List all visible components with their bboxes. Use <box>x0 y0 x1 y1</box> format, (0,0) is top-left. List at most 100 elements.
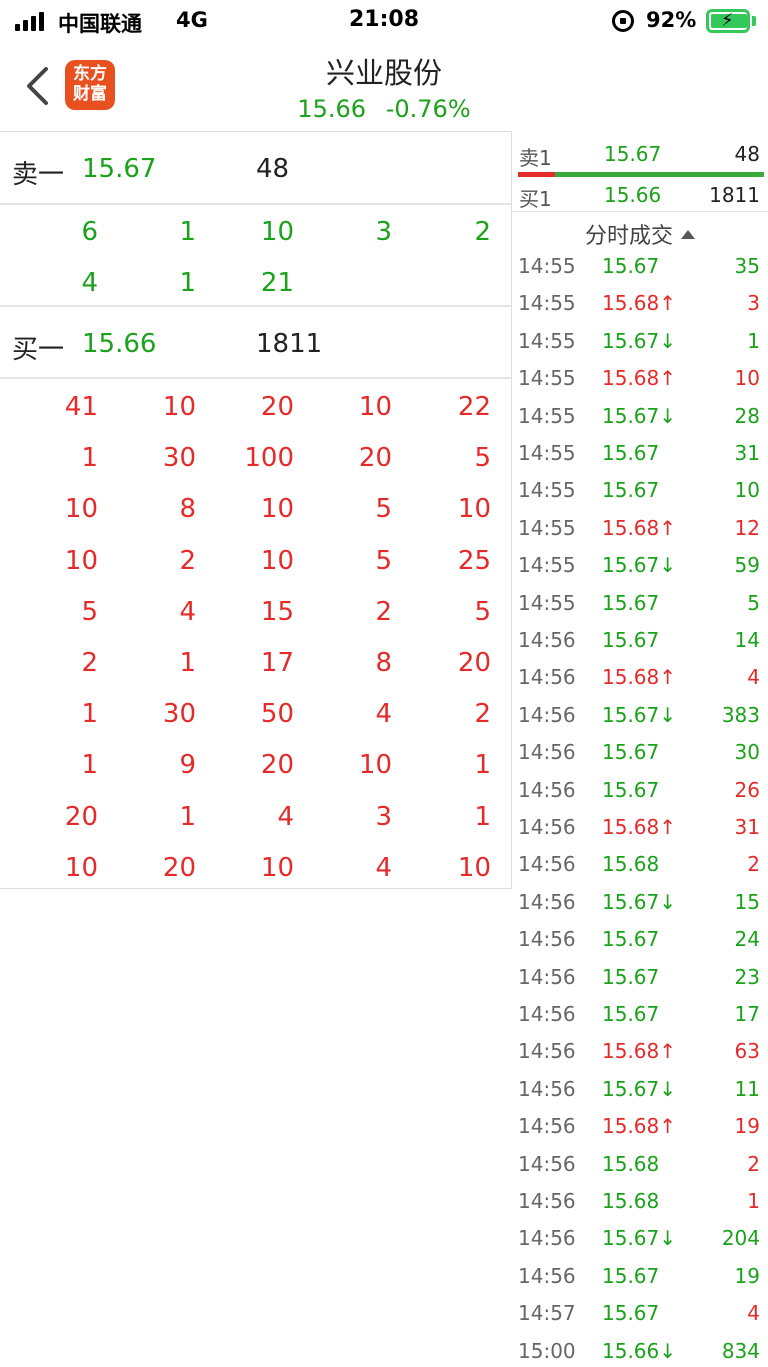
tick-volume: 28 <box>734 403 760 428</box>
buy-queue-qty-cell: 30 <box>162 443 196 474</box>
tick-volume: 23 <box>734 964 760 989</box>
tick-time: 14:55 <box>518 291 576 316</box>
sell1-qty: 48 <box>256 154 290 184</box>
buy-queue-qty-cell: 10 <box>260 545 294 576</box>
buy-queue-qty-cell: 20 <box>162 852 196 883</box>
tick-price: 15.67 <box>602 254 660 278</box>
buy-queue-qty-cell: 50 <box>260 699 294 730</box>
tick-time: 14:55 <box>518 590 576 615</box>
price-change: -0.76% <box>385 95 471 123</box>
tick-row: 14:55 15.68↑ 10 <box>512 362 768 399</box>
buy-queue-qty-cell: 22 <box>457 392 491 422</box>
tick-row: 14:55 15.67↓ 1 <box>512 325 768 362</box>
tick-time: 14:55 <box>518 328 576 353</box>
sell-queue-qty-cell: 10 <box>260 217 294 247</box>
sell-queue-qty-cell: 4 <box>81 268 98 298</box>
buy-queue-qty-cell: 5 <box>474 443 491 474</box>
tick-row: 14:56 15.67 24 <box>512 923 768 960</box>
tick-row: 14:56 15.68 1 <box>512 1185 768 1222</box>
buy-queue-qty-cell: 4 <box>375 699 392 730</box>
tick-volume: 1 <box>747 1189 760 1213</box>
tick-time: 14:56 <box>518 702 576 727</box>
tick-row: 14:56 15.67↓ 204 <box>512 1222 768 1259</box>
battery-percent: 92% <box>646 8 697 32</box>
tick-row: 14:56 15.67 19 <box>512 1260 768 1297</box>
buy-queue-qty-cell: 10 <box>358 392 392 422</box>
tick-price: 15.67↓ <box>602 1076 677 1101</box>
sell-queue-qty-cell: 2 <box>474 217 491 247</box>
tick-time: 14:56 <box>518 1151 576 1176</box>
tick-time: 14:55 <box>518 515 576 540</box>
tick-volume: 31 <box>734 815 760 839</box>
buy1-label: 买一 <box>12 335 65 365</box>
buy1-price: 15.66 <box>82 329 157 359</box>
tick-price: 15.67↓ <box>602 328 677 353</box>
buy-queue-qty-cell: 2 <box>474 699 491 730</box>
tick-price: 15.68↑ <box>602 366 677 391</box>
tick-row: 14:56 15.68↑ 31 <box>512 811 768 848</box>
tick-price: 15.68 <box>602 1151 660 1176</box>
ask1-price: 15.67 <box>604 142 662 166</box>
buy-queue-qty-cell: 8 <box>179 494 196 525</box>
tick-volume: 2 <box>747 1151 760 1176</box>
tick-volume: 59 <box>734 553 760 578</box>
tick-price: 15.67↓ <box>602 1226 677 1251</box>
buy-queue-qty-cell: 25 <box>457 545 491 576</box>
tick-volume: 2 <box>747 852 760 877</box>
tick-volume: 26 <box>734 777 760 802</box>
buy-queue-qty-cell: 15 <box>260 596 294 627</box>
buy-queue-qty-cell: 2 <box>81 648 98 678</box>
buy-queue-qty-cell: 10 <box>358 750 392 781</box>
buy-queue-qty-cell: 100 <box>244 443 294 474</box>
tick-price: 15.68 <box>602 852 660 877</box>
tick-price: 15.67 <box>602 441 660 465</box>
tick-row: 14:56 15.67 30 <box>512 736 768 773</box>
buy1-qty: 1811 <box>256 329 323 359</box>
rotation-lock-icon <box>612 10 634 32</box>
tick-time: 15:00 <box>518 1338 576 1363</box>
tick-row: 14:56 15.68↑ 19 <box>512 1110 768 1147</box>
charging-bolt-icon: ⚡ <box>721 10 734 31</box>
buy-queue-qty-cell: 10 <box>64 852 98 883</box>
buy-queue-qty-cell: 10 <box>162 392 196 422</box>
buy-queue-qty-cell: 10 <box>457 494 491 525</box>
sell1-price: 15.67 <box>82 154 157 184</box>
ask1-label: 卖1 <box>519 146 552 170</box>
buy-queue-qty-cell: 20 <box>260 750 294 781</box>
buy-queue-qty-cell: 9 <box>179 750 196 781</box>
buy-queue-qty-cell: 20 <box>457 648 491 678</box>
tick-row: 14:56 15.67 14 <box>512 624 768 661</box>
tick-volume: 63 <box>734 1039 760 1064</box>
tick-time: 14:56 <box>518 665 576 690</box>
tick-row: 14:56 15.67↓ 15 <box>512 886 768 923</box>
tick-time: 14:56 <box>518 815 576 839</box>
tick-row: 14:55 15.67↓ 59 <box>512 549 768 586</box>
tick-row: 14:55 15.67 35 <box>512 250 768 287</box>
buy-queue-qty-cell: 1 <box>81 443 98 474</box>
tick-time: 14:56 <box>518 628 576 652</box>
battery-icon: ⚡ <box>706 9 750 33</box>
buy1-row: 买一 15.66 1811 <box>0 307 511 379</box>
buy-queue-qty-cell: 20 <box>358 443 392 474</box>
tick-volume: 35 <box>734 254 760 278</box>
tick-time: 14:56 <box>518 1114 576 1139</box>
tick-time: 14:55 <box>518 441 576 465</box>
stock-quote: 15.66 -0.76% <box>0 95 768 123</box>
tick-volume: 383 <box>721 702 760 727</box>
tick-time: 14:56 <box>518 964 576 989</box>
tick-volume: 15 <box>734 889 760 914</box>
tick-volume: 24 <box>734 927 760 952</box>
tick-time: 14:56 <box>518 852 576 877</box>
tick-price: 15.68↑ <box>602 1039 677 1064</box>
tick-time: 14:55 <box>518 366 576 391</box>
tick-row: 14:57 15.67 4 <box>512 1297 768 1334</box>
tick-price: 15.68↑ <box>602 291 677 316</box>
tick-price: 15.67 <box>602 1002 660 1026</box>
tick-row: 14:56 15.68↑ 4 <box>512 661 768 698</box>
tick-volume: 4 <box>747 665 760 690</box>
tick-volume: 11 <box>734 1076 760 1101</box>
ticks-sort-header[interactable]: 分时成交 <box>512 218 768 252</box>
tick-volume: 14 <box>734 628 760 652</box>
tick-price: 15.67↓ <box>602 889 677 914</box>
tick-price: 15.67↓ <box>602 403 677 428</box>
